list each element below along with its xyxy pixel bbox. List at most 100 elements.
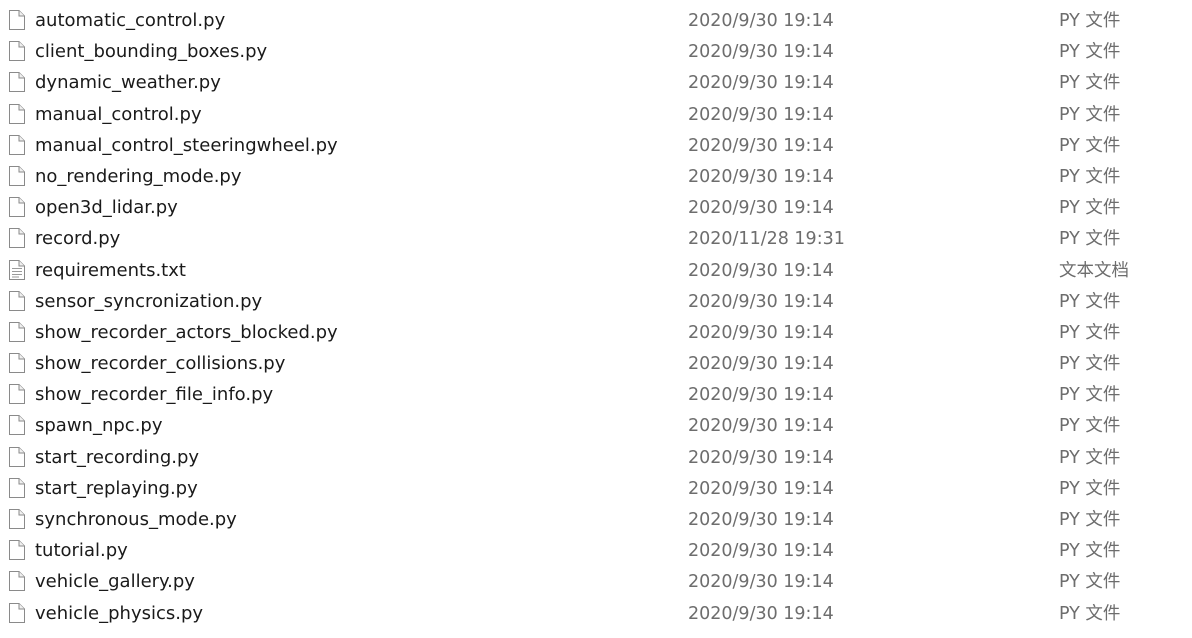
file-icon xyxy=(8,134,26,156)
file-modified-date: 2020/9/30 19:14 xyxy=(688,354,834,375)
file-type: PY 文件 xyxy=(1059,166,1121,187)
file-row-start-replaying-py[interactable]: start_replaying.py 2020/9/30 19:14 PY 文件 xyxy=(0,473,1192,504)
file-name: automatic_control.py xyxy=(35,10,226,31)
file-type: PY 文件 xyxy=(1059,478,1121,499)
file-type: PY 文件 xyxy=(1059,447,1121,468)
file-row-automatic-control-py[interactable]: automatic_control.py 2020/9/30 19:14 PY … xyxy=(0,5,1192,36)
file-icon xyxy=(8,352,26,374)
file-name: show_recorder_collisions.py xyxy=(35,353,286,375)
file-name: show_recorder_file_info.py xyxy=(35,384,274,406)
file-type: PY 文件 xyxy=(1059,354,1121,375)
file-name: no_rendering_mode.py xyxy=(35,165,242,187)
file-name: start_recording.py xyxy=(35,446,200,468)
text-document-icon xyxy=(8,259,26,281)
file-row-open3d-lidar-py[interactable]: open3d_lidar.py 2020/9/30 19:14 PY 文件 xyxy=(0,192,1192,223)
file-name: tutorial.py xyxy=(35,540,128,562)
file-row-client-bounding-boxes-py[interactable]: client_bounding_boxes.py 2020/9/30 19:14… xyxy=(0,36,1192,67)
file-type: PY 文件 xyxy=(1059,104,1121,125)
file-name: manual_control.py xyxy=(35,103,202,125)
file-icon xyxy=(8,602,26,624)
file-modified-date: 2020/9/30 19:14 xyxy=(688,198,834,219)
file-name: spawn_npc.py xyxy=(35,415,163,437)
file-name: requirements.txt xyxy=(35,259,186,281)
file-modified-date: 2020/9/30 19:14 xyxy=(688,166,834,187)
file-icon xyxy=(8,40,26,62)
file-type: PY 文件 xyxy=(1059,73,1121,94)
file-modified-date: 2020/9/30 19:14 xyxy=(688,104,834,125)
file-name: client_bounding_boxes.py xyxy=(35,41,268,63)
file-name: manual_control_steeringwheel.py xyxy=(35,134,338,156)
file-row-manual-control-py[interactable]: manual_control.py 2020/9/30 19:14 PY 文件 xyxy=(0,99,1192,130)
file-icon xyxy=(8,508,26,530)
file-row-record-py[interactable]: record.py 2020/11/28 19:31 PY 文件 xyxy=(0,223,1192,254)
file-type: PY 文件 xyxy=(1059,510,1121,530)
file-modified-date: 2020/9/30 19:14 xyxy=(688,572,834,593)
file-modified-date: 2020/9/30 19:14 xyxy=(688,260,834,281)
file-row-dynamic-weather-py[interactable]: dynamic_weather.py 2020/9/30 19:14 PY 文件 xyxy=(0,67,1192,98)
file-name: open3d_lidar.py xyxy=(35,197,178,219)
file-icon xyxy=(8,71,26,93)
file-type: PY 文件 xyxy=(1059,322,1121,343)
file-name: start_replaying.py xyxy=(35,477,198,499)
file-type: PY 文件 xyxy=(1059,572,1121,593)
file-name: sensor_syncronization.py xyxy=(35,290,263,312)
file-row-start-recording-py[interactable]: start_recording.py 2020/9/30 19:14 PY 文件 xyxy=(0,442,1192,473)
file-modified-date: 2020/9/30 19:14 xyxy=(688,510,834,530)
file-icon xyxy=(8,383,26,405)
file-icon xyxy=(8,321,26,343)
file-name: record.py xyxy=(35,228,121,250)
file-row-no-rendering-mode-py[interactable]: no_rendering_mode.py 2020/9/30 19:14 PY … xyxy=(0,161,1192,192)
file-type: PY 文件 xyxy=(1059,385,1121,406)
file-icon xyxy=(8,570,26,592)
file-modified-date: 2020/9/30 19:14 xyxy=(688,73,834,94)
file-modified-date: 2020/9/30 19:14 xyxy=(688,447,834,468)
file-row-vehicle-physics-py[interactable]: vehicle_physics.py 2020/9/30 19:14 PY 文件 xyxy=(0,598,1192,629)
file-name: synchronous_mode.py xyxy=(35,509,237,530)
file-list: automatic_control.py 2020/9/30 19:14 PY … xyxy=(0,5,1192,629)
file-modified-date: 2020/9/30 19:14 xyxy=(688,291,834,312)
file-icon xyxy=(8,290,26,312)
file-icon xyxy=(8,196,26,218)
file-icon xyxy=(8,477,26,499)
file-modified-date: 2020/9/30 19:14 xyxy=(688,541,834,562)
file-row-synchronous-mode-py[interactable]: synchronous_mode.py 2020/9/30 19:14 PY 文… xyxy=(0,504,1192,535)
file-type: PY 文件 xyxy=(1059,229,1121,250)
file-modified-date: 2020/9/30 19:14 xyxy=(688,385,834,406)
file-icon xyxy=(8,103,26,125)
file-row-vehicle-gallery-py[interactable]: vehicle_gallery.py 2020/9/30 19:14 PY 文件 xyxy=(0,566,1192,597)
file-row-show-recorder-collisions-py[interactable]: show_recorder_collisions.py 2020/9/30 19… xyxy=(0,348,1192,379)
file-icon xyxy=(8,9,26,31)
file-modified-date: 2020/9/30 19:14 xyxy=(688,603,834,624)
file-name: dynamic_weather.py xyxy=(35,72,221,94)
file-type: PY 文件 xyxy=(1059,291,1121,312)
file-modified-date: 2020/9/30 19:14 xyxy=(688,322,834,343)
file-icon xyxy=(8,227,26,249)
file-modified-date: 2020/9/30 19:14 xyxy=(688,135,834,156)
file-type: PY 文件 xyxy=(1059,416,1121,437)
file-type: PY 文件 xyxy=(1059,42,1121,63)
file-name: show_recorder_actors_blocked.py xyxy=(35,321,338,343)
file-type: PY 文件 xyxy=(1059,135,1121,156)
file-type: PY 文件 xyxy=(1059,603,1121,624)
file-type: PY 文件 xyxy=(1059,541,1121,562)
file-type: PY 文件 xyxy=(1059,11,1121,31)
file-modified-date: 2020/9/30 19:14 xyxy=(688,42,834,63)
file-row-manual-control-steeringwheel-py[interactable]: manual_control_steeringwheel.py 2020/9/3… xyxy=(0,130,1192,161)
file-name: vehicle_physics.py xyxy=(35,602,204,624)
file-icon xyxy=(8,414,26,436)
file-row-show-recorder-file-info-py[interactable]: show_recorder_file_info.py 2020/9/30 19:… xyxy=(0,379,1192,410)
file-modified-date: 2020/9/30 19:14 xyxy=(688,11,834,31)
file-modified-date: 2020/9/30 19:14 xyxy=(688,478,834,499)
file-modified-date: 2020/9/30 19:14 xyxy=(688,416,834,437)
file-row-show-recorder-actors-blocked-py[interactable]: show_recorder_actors_blocked.py 2020/9/3… xyxy=(0,317,1192,348)
file-icon xyxy=(8,446,26,468)
file-row-spawn-npc-py[interactable]: spawn_npc.py 2020/9/30 19:14 PY 文件 xyxy=(0,410,1192,441)
file-row-sensor-syncronization-py[interactable]: sensor_syncronization.py 2020/9/30 19:14… xyxy=(0,286,1192,317)
file-icon xyxy=(8,539,26,561)
file-modified-date: 2020/11/28 19:31 xyxy=(688,229,845,250)
file-row-requirements-txt[interactable]: requirements.txt 2020/9/30 19:14 文本文档 xyxy=(0,255,1192,286)
file-type: 文本文档 xyxy=(1059,260,1129,281)
file-row-tutorial-py[interactable]: tutorial.py 2020/9/30 19:14 PY 文件 xyxy=(0,535,1192,566)
file-icon xyxy=(8,165,26,187)
file-type: PY 文件 xyxy=(1059,198,1121,219)
